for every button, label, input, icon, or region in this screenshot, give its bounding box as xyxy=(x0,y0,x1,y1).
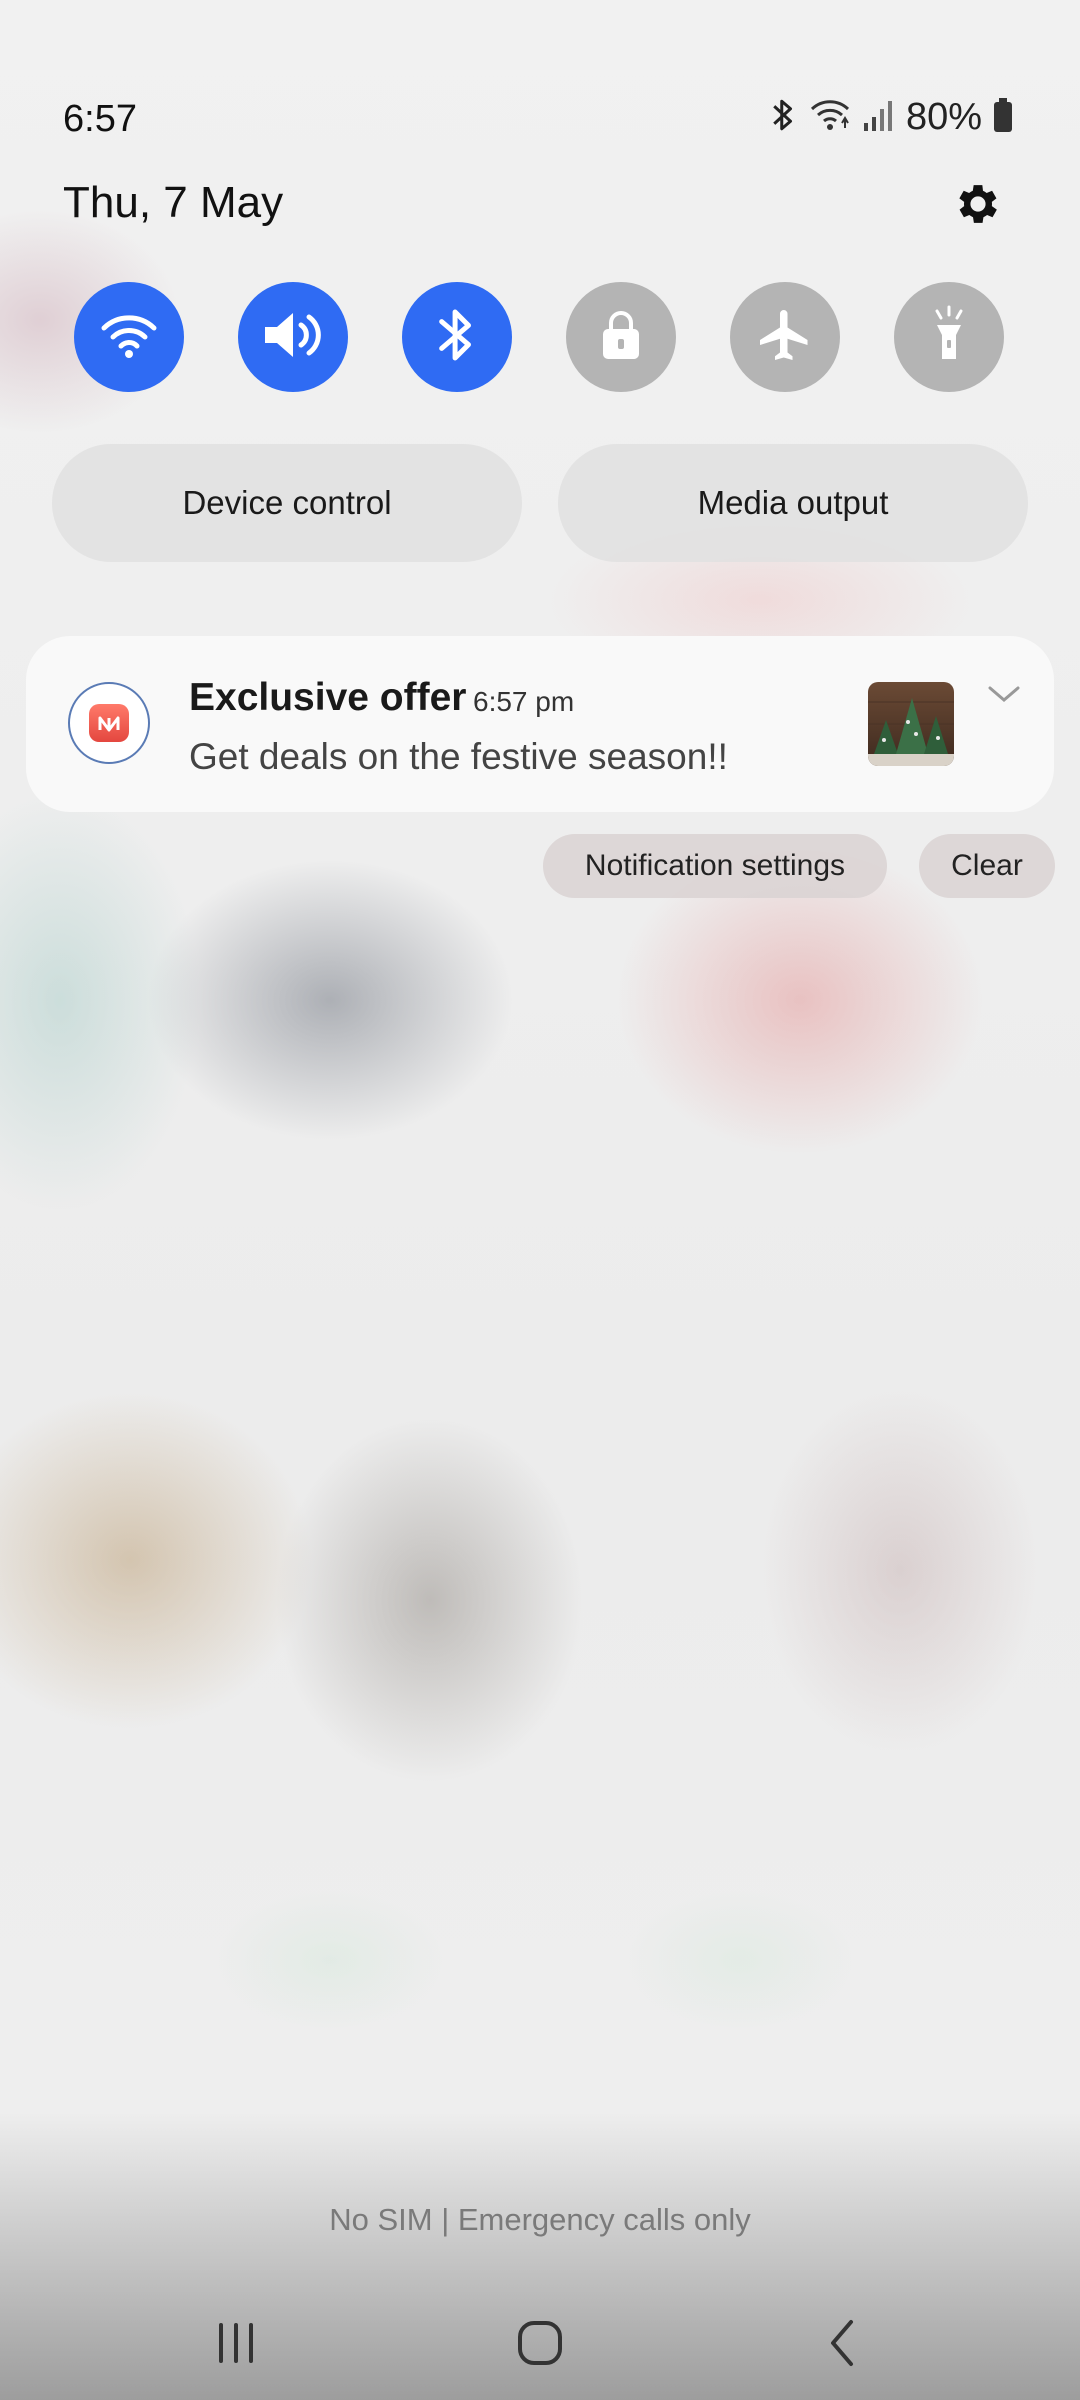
notification-settings-button[interactable]: Notification settings xyxy=(543,834,887,898)
carrier-status: No SIM | Emergency calls only xyxy=(329,2202,751,2237)
bluetooth-icon xyxy=(434,305,480,370)
back-icon xyxy=(825,2318,859,2373)
home-icon xyxy=(516,2319,564,2372)
status-clock: 6:57 xyxy=(63,98,137,140)
gear-icon xyxy=(952,178,1004,235)
status-icons: 80% xyxy=(768,96,1014,139)
chevron-down-icon xyxy=(987,684,1021,709)
expand-notification-button[interactable] xyxy=(984,676,1024,716)
media-output-button[interactable]: Media output xyxy=(558,444,1028,562)
signal-icon xyxy=(862,97,896,138)
date-label: Thu, 7 May xyxy=(63,178,284,227)
toggle-screen-lock[interactable] xyxy=(566,282,676,392)
wifi-icon xyxy=(99,310,159,365)
toggle-wifi[interactable] xyxy=(74,282,184,392)
toggle-flashlight[interactable] xyxy=(894,282,1004,392)
notification-body: Get deals on the festive season!! xyxy=(189,736,728,777)
battery-icon xyxy=(992,97,1014,138)
flashlight-icon xyxy=(929,305,969,370)
shopping-bag-icon xyxy=(89,704,129,742)
airplane-icon xyxy=(755,305,815,370)
speaker-icon xyxy=(261,307,325,368)
toggle-bluetooth[interactable] xyxy=(402,282,512,392)
bluetooth-icon xyxy=(768,96,798,139)
notification-thumbnail xyxy=(868,682,954,766)
notification-card[interactable]: Exclusive offer 6:57 pm Get deals on the… xyxy=(26,636,1054,812)
back-button[interactable] xyxy=(802,2310,882,2380)
toggle-airplane-mode[interactable] xyxy=(730,282,840,392)
home-button[interactable] xyxy=(500,2310,580,2380)
recents-icon xyxy=(213,2321,259,2370)
recents-button[interactable] xyxy=(196,2310,276,2380)
navigation-bar xyxy=(0,2290,1080,2400)
app-icon xyxy=(68,682,150,764)
notification-time: 6:57 pm xyxy=(473,686,575,717)
toggle-sound[interactable] xyxy=(238,282,348,392)
quick-toggles xyxy=(74,282,1004,392)
settings-button[interactable] xyxy=(948,176,1008,236)
wifi-icon xyxy=(808,96,852,139)
lock-icon xyxy=(599,309,643,366)
clear-notifications-button[interactable]: Clear xyxy=(919,834,1055,898)
battery-percent: 80% xyxy=(905,96,982,138)
device-control-button[interactable]: Device control xyxy=(52,444,522,562)
status-bar: 6:57 80% xyxy=(0,92,1080,148)
notification-title: Exclusive offer xyxy=(189,676,467,719)
